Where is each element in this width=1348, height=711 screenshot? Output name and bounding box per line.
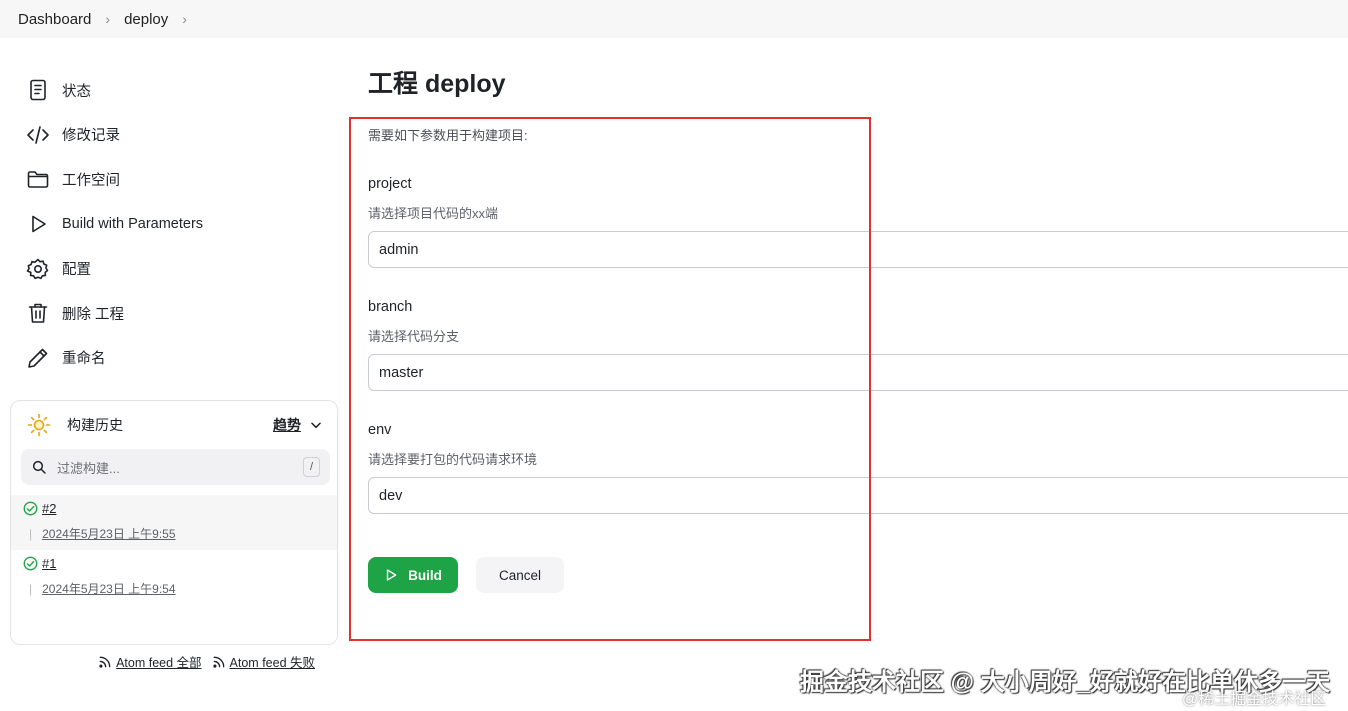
success-icon [23,556,38,571]
play-icon [386,569,397,581]
sidebar-item-workspace[interactable]: 工作空间 [26,157,203,202]
breadcrumb-dashboard[interactable]: Dashboard [18,11,91,28]
trash-icon [28,303,48,324]
param-project-description: 请选择项目代码的xx端 [368,206,499,221]
play-icon [32,215,46,233]
parameters-intro: 需要如下参数用于构建项目: [368,128,528,143]
chevron-right-icon[interactable]: › [182,11,187,27]
divider: | [29,582,33,596]
divider: | [29,527,33,541]
sidebar-item-label: 配置 [62,262,91,279]
sidebar-item-label: 修改记录 [62,128,120,145]
watermark-small: @稀土掘金技术社区 [1182,691,1327,708]
atom-feed-all-link[interactable]: Atom feed 全部 [98,652,202,671]
gear-icon [26,258,49,279]
atom-feed-failed-label: Atom feed 失败 [229,656,315,670]
build-history-header: 构建历史 趋势 [27,413,323,437]
rss-icon [212,656,224,668]
sidebar-item-changes[interactable]: 修改记录 [26,113,203,158]
build-date-link[interactable]: 2024年5月23日 上午9:54 [42,582,175,596]
document-icon [30,79,46,101]
success-icon [23,501,38,516]
param-project-name: project [368,176,412,192]
search-icon [32,460,46,474]
chevron-down-icon[interactable] [309,418,323,432]
param-branch-description: 请选择代码分支 [368,329,460,344]
env-input[interactable] [368,477,1348,514]
build-filter-input[interactable]: 过滤构建... / [21,449,330,485]
chevron-right-icon: › [105,11,111,27]
build-row: #1 | 2024年5月23日 上午9:54 [11,550,337,605]
code-icon [27,126,49,144]
build-row: #2 | 2024年5月23日 上午9:55 [11,495,337,550]
atom-feeds: Atom feed 全部 Atom feed 失败 [98,652,315,671]
pencil-icon [28,348,48,368]
atom-feed-failed-link[interactable]: Atom feed 失败 [212,652,315,671]
build-filter-placeholder: 过滤构建... [57,460,120,476]
sun-icon [27,413,51,437]
param-branch-name: branch [368,299,413,315]
breadcrumb: Dashboard › deploy › [0,0,1348,38]
sidebar-nav: 状态 修改记录 工作空间 Build with Parameters 配置 删除… [26,68,203,380]
folder-icon [27,171,49,189]
sidebar-item-label: Build with Parameters [62,216,204,233]
sidebar-item-label: 状态 [62,83,91,100]
sidebar-item-label: 重命名 [62,351,106,368]
sidebar-item-rename[interactable]: 重命名 [26,336,203,381]
sidebar-item-label: 删除 工程 [62,306,125,323]
filter-shortcut-key: / [302,457,320,477]
atom-feed-all-label: Atom feed 全部 [116,656,202,670]
sidebar-item-build-with-parameters[interactable]: Build with Parameters [26,202,203,247]
page-title: 工程 deploy [368,70,506,98]
project-input[interactable] [368,231,1348,268]
sidebar-item-configure[interactable]: 配置 [26,246,203,291]
branch-input[interactable] [368,354,1348,391]
param-env-name: env [368,422,392,438]
build-button[interactable]: Build [368,557,458,593]
build-button-label: Build [408,567,442,583]
param-env-description: 请选择要打包的代码请求环境 [368,452,538,467]
breadcrumb-deploy[interactable]: deploy [124,11,168,28]
sidebar-item-label: 工作空间 [62,172,120,189]
sidebar-item-status[interactable]: 状态 [26,68,203,113]
build-history-panel: 构建历史 趋势 过滤构建... / #2 | 2024年5月23日 上午9:55 … [10,400,338,670]
trend-link[interactable]: 趋势 [273,415,301,435]
sidebar-item-delete-project[interactable]: 删除 工程 [26,291,203,336]
cancel-button[interactable]: Cancel [476,557,564,593]
rss-icon [99,656,111,668]
build-number-link[interactable]: #1 [42,556,56,571]
build-number-link[interactable]: #2 [42,501,56,516]
build-date-link[interactable]: 2024年5月23日 上午9:55 [42,527,175,541]
build-history-title: 构建历史 [67,417,123,433]
